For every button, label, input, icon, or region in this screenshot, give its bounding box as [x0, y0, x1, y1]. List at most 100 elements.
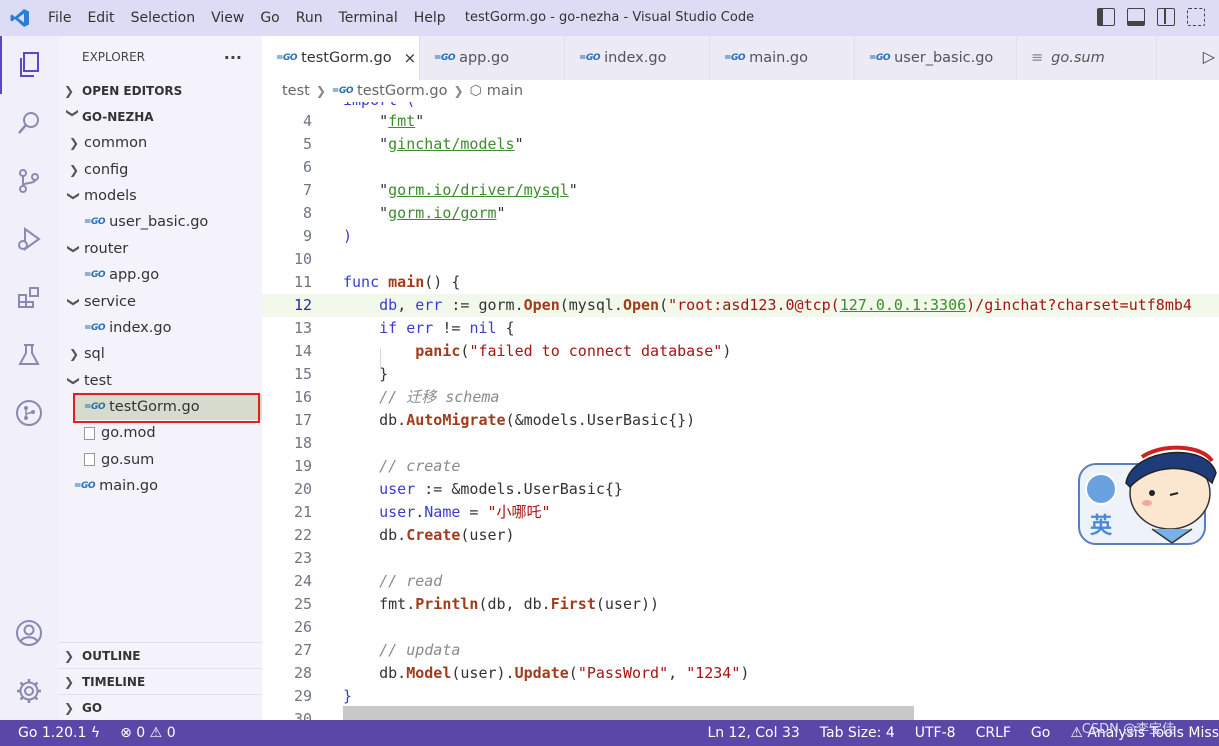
code-editor[interactable]: import ( 4 "fmt" 5 "ginchat/models" 6 7 … [262, 102, 1219, 720]
go-section[interactable]: ❯ GO [58, 694, 262, 720]
menu-view[interactable]: View [203, 0, 252, 36]
line-number: 9 [302, 227, 312, 245]
file-icon [84, 453, 95, 467]
line-number: 15 [293, 365, 312, 383]
tab-testgorm-go[interactable]: =GO testGorm.go × [262, 36, 420, 80]
run-debug-icon[interactable] [0, 210, 58, 268]
watermark: CSDN @李宝佳 [1081, 722, 1175, 737]
tree-folder-config[interactable]: ❯ config [58, 156, 262, 182]
tab-user-basic-go[interactable]: =GO user_basic.go [855, 36, 1017, 80]
source-control-icon[interactable] [0, 152, 58, 210]
breadcrumb-folder[interactable]: test [282, 83, 310, 99]
go-version-label: Go 1.20.1 [18, 725, 87, 741]
problems-status[interactable]: ⊗ 0 ⚠ 0 [110, 725, 186, 741]
go-version-status[interactable]: Go 1.20.1 ϟ [0, 725, 110, 741]
encoding[interactable]: UTF-8 [905, 725, 966, 741]
menu-file[interactable]: File [40, 0, 79, 36]
go-file-icon: =GO [579, 53, 601, 63]
testing-icon[interactable] [0, 326, 58, 384]
error-icon: ⊗ [120, 725, 132, 741]
tree-label: index.go [109, 319, 172, 336]
git-graph-icon[interactable] [0, 384, 58, 442]
activity-bar [0, 36, 58, 720]
line-number: 25 [293, 595, 312, 613]
search-icon[interactable] [0, 94, 58, 152]
code-line: 4 "fmt" [262, 110, 1219, 133]
horizontal-scrollbar[interactable] [343, 706, 914, 720]
timeline-section[interactable]: ❯ TIMELINE [58, 668, 262, 694]
line-number: 22 [293, 526, 312, 544]
extensions-icon[interactable] [0, 268, 58, 326]
tab-label: testGorm.go [301, 50, 392, 66]
open-editors-section[interactable]: ❯ OPEN EDITORS [58, 78, 262, 104]
tree-folder-sql[interactable]: ❯ sql [58, 341, 262, 367]
workspace-root[interactable]: ❯ GO-NEZHA [58, 104, 262, 130]
line-number: 29 [293, 687, 312, 705]
tree-folder-router[interactable]: ❯ router [58, 236, 262, 262]
code-text: "ginchat/models" [343, 135, 524, 153]
tab-go-sum[interactable]: ≡ go.sum [1017, 36, 1157, 80]
go-file-icon: =GO [84, 270, 106, 281]
breadcrumb-symbol[interactable]: main [487, 83, 523, 99]
tree-folder-common[interactable]: ❯ common [58, 130, 262, 156]
code-line: 6 [262, 156, 1219, 179]
explorer-more-actions[interactable]: ··· [224, 48, 242, 67]
menu-terminal[interactable]: Terminal [331, 0, 406, 36]
tree-label: service [84, 293, 136, 310]
close-icon[interactable]: × [404, 49, 417, 67]
menu-go[interactable]: Go [252, 0, 287, 36]
code-text: } [343, 687, 353, 705]
code-text: db.Model(user).Update("PassWord", "1234"… [343, 664, 750, 682]
ime-mode-indicator[interactable]: 英 [1090, 508, 1112, 540]
chevron-right-icon: ❯ [64, 84, 75, 98]
tree-folder-test[interactable]: ❯ test [58, 368, 262, 394]
customize-layout-icon[interactable] [1187, 8, 1205, 26]
cursor-position[interactable]: Ln 12, Col 33 [697, 725, 809, 741]
menu-run[interactable]: Run [288, 0, 331, 36]
open-editors-label: OPEN EDITORS [82, 84, 183, 98]
line-number: 20 [293, 480, 312, 498]
tree-folder-models[interactable]: ❯ models [58, 183, 262, 209]
code-line: 22 db.Create(user) [262, 524, 1219, 547]
code-line: 27 // updata [262, 639, 1219, 662]
run-file-icon[interactable]: ▷ [1203, 47, 1215, 66]
code-text: func main() { [343, 273, 461, 291]
code-line: 29} [262, 685, 1219, 708]
code-line: 16 // 迁移 schema [262, 386, 1219, 409]
tab-size[interactable]: Tab Size: 4 [810, 725, 905, 741]
language-mode[interactable]: Go [1021, 725, 1060, 741]
line-number: 19 [293, 457, 312, 475]
chevron-down-icon: ❯ [67, 243, 81, 254]
explorer-icon[interactable] [0, 36, 58, 94]
code-line: 17 db.AutoMigrate(&models.UserBasic{}) [262, 409, 1219, 432]
toggle-secondary-sidebar-icon[interactable] [1157, 8, 1175, 26]
tree-file-user-basic-go[interactable]: =GO user_basic.go [58, 209, 262, 235]
explorer-header: EXPLORER [82, 50, 145, 64]
account-icon[interactable] [0, 604, 58, 662]
menu-edit[interactable]: Edit [79, 0, 122, 36]
tree-file-go-sum[interactable]: go.sum [58, 447, 262, 473]
line-number: 10 [293, 250, 312, 268]
tab-label: user_basic.go [894, 50, 994, 66]
toggle-panel-icon[interactable] [1127, 8, 1145, 26]
breadcrumb-file[interactable]: testGorm.go [357, 83, 447, 99]
lightning-icon: ϟ [90, 725, 101, 741]
tab-index-go[interactable]: =GO index.go [565, 36, 710, 80]
tree-file-go-mod[interactable]: go.mod [58, 420, 262, 446]
tree-file-index-go[interactable]: =GO index.go [58, 315, 262, 341]
line-ending[interactable]: CRLF [966, 725, 1021, 741]
menu-help[interactable]: Help [406, 0, 454, 36]
line-number: 4 [302, 112, 312, 130]
line-number: 26 [293, 618, 312, 636]
menu-bar: File Edit Selection View Go Run Terminal… [40, 0, 454, 36]
tab-app-go[interactable]: =GO app.go [420, 36, 565, 80]
tree-file-app-go[interactable]: =GO app.go [58, 262, 262, 288]
code-text: "fmt" [343, 112, 425, 130]
menu-selection[interactable]: Selection [123, 0, 204, 36]
tree-folder-service[interactable]: ❯ service [58, 288, 262, 314]
outline-section[interactable]: ❯ OUTLINE [58, 642, 262, 668]
toggle-primary-sidebar-icon[interactable] [1097, 8, 1115, 26]
settings-gear-icon[interactable] [0, 662, 58, 720]
tree-file-main-go[interactable]: =GO main.go [58, 473, 262, 499]
tab-main-go[interactable]: =GO main.go [710, 36, 855, 80]
